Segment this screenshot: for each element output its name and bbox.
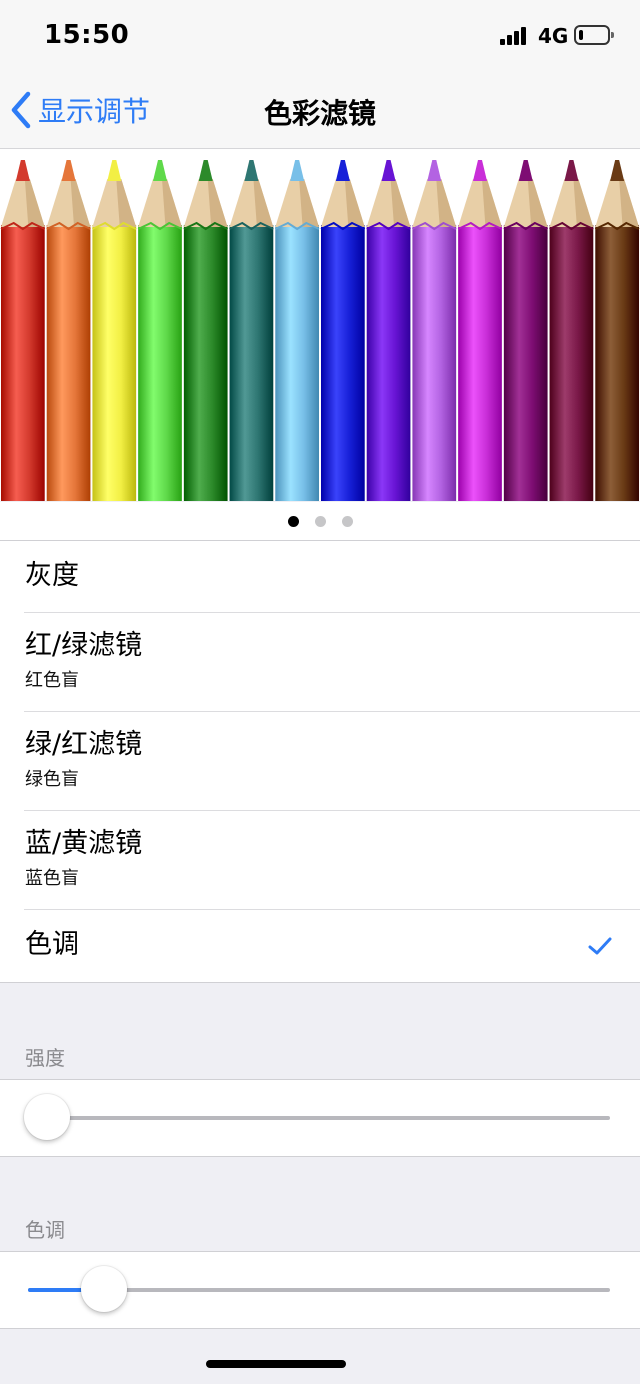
hue-label: 色调 [25,1218,65,1242]
slider-thumb[interactable] [80,1266,127,1312]
hue-slider[interactable] [0,1251,640,1329]
pencil [594,160,640,501]
filter-option-color-tint[interactable]: 色调 [0,910,640,982]
network-type: 4G [538,24,569,48]
filter-option-blue-yellow[interactable]: 蓝/黄滤镜 蓝色盲 [0,811,640,910]
colored-pencils-image [0,160,640,501]
pencil [46,160,91,501]
pencil [549,160,594,501]
filter-option-green-red[interactable]: 绿/红滤镜 绿色盲 [0,712,640,811]
pencil [457,160,503,501]
pencil [229,160,274,501]
pencil [274,160,320,501]
filter-title: 灰度 [25,560,79,591]
pencil [320,160,366,501]
status-time: 15:50 [44,20,130,50]
filter-subtitle: 绿色盲 [25,769,79,790]
filter-subtitle: 红色盲 [25,670,79,691]
intensity-label: 强度 [25,1046,65,1070]
home-indicator [206,1360,346,1368]
filter-list: 灰度 红/绿滤镜 红色盲 绿/红滤镜 绿色盲 蓝/黄滤镜 蓝色盲 色调 [0,540,640,983]
battery-level [579,30,583,40]
filter-option-grayscale[interactable]: 灰度 [0,541,640,613]
pencil [412,160,457,501]
navigation-bar: 显示调节 色彩滤镜 [0,72,640,149]
status-bar: 15:50 4G [0,0,640,72]
checkmark-icon [588,937,612,955]
filter-title: 蓝/黄滤镜 [25,828,143,859]
pencil [183,160,228,501]
filter-title: 红/绿滤镜 [25,630,143,661]
pencil [366,160,411,501]
pencil [137,160,183,501]
slider-track [28,1116,610,1120]
color-preview[interactable] [0,149,640,501]
pencil [0,160,46,501]
filter-option-red-green[interactable]: 红/绿滤镜 红色盲 [0,613,640,712]
battery-icon [574,25,614,45]
page-dot-1[interactable] [287,515,299,527]
page-title: 色彩滤镜 [263,97,376,130]
intensity-slider[interactable] [0,1079,640,1157]
filter-subtitle: 蓝色盲 [25,868,79,889]
pencil [503,160,548,501]
filter-title: 色调 [25,929,79,960]
cellular-signal-icon [500,27,528,45]
slider-thumb[interactable] [24,1094,70,1140]
page-dot-2[interactable] [314,515,326,527]
pencil [92,160,137,501]
filter-title: 绿/红滤镜 [25,729,143,760]
page-indicator[interactable] [0,502,640,540]
page-dot-3[interactable] [341,515,353,527]
